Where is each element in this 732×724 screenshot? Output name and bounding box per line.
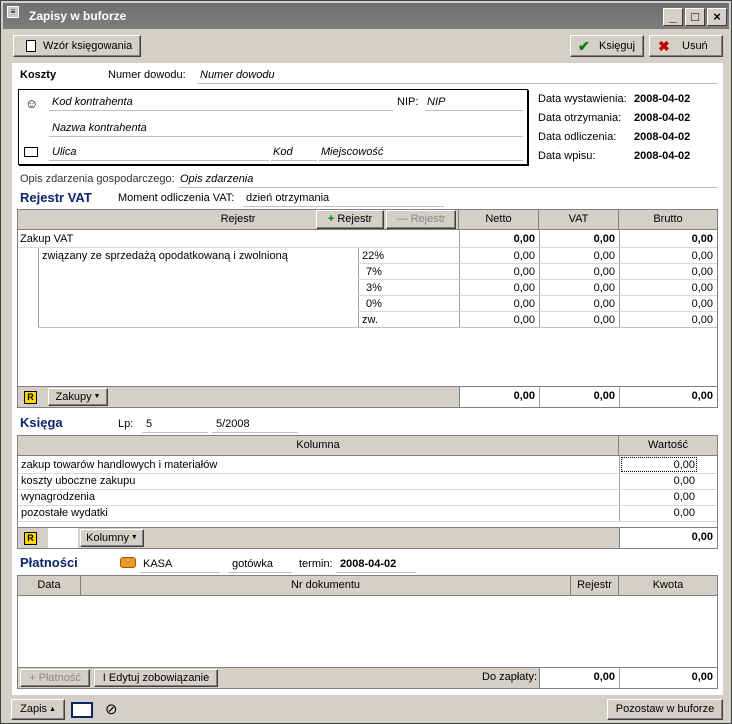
pay-col-amount: Kwota: [619, 576, 717, 596]
x-icon: ✖: [658, 38, 670, 54]
lp-label: Lp:: [118, 418, 134, 430]
book-footer: R Kolumny ▼ 0,00: [18, 527, 717, 548]
cash-account-field[interactable]: KASA: [143, 558, 172, 570]
document-icon: [26, 40, 36, 52]
minus-icon: —: [396, 213, 408, 225]
post-button[interactable]: ✔ Księguj: [570, 35, 644, 57]
add-payment-button[interactable]: + Płatność: [20, 669, 90, 687]
receipt-date-field[interactable]: 2008-04-02: [634, 112, 690, 124]
delete-label: Usuń: [682, 40, 708, 52]
doc-number-field[interactable]: Numer dowodu: [200, 69, 275, 81]
vat-col-gross: Brutto: [619, 210, 717, 230]
columns-menu-button[interactable]: Kolumny ▼: [80, 529, 144, 547]
book-col-value: Wartość: [619, 436, 717, 456]
payments-footer: + Płatność I Edytuj zobowiązanie Do zapł…: [18, 667, 717, 688]
pay-col-register: Rejestr: [571, 576, 619, 596]
book-grid: Kolumna Wartość zakup towarów handlowych…: [17, 435, 718, 549]
vat-total-gross: 0,00: [691, 390, 713, 402]
envelope-icon: [24, 147, 38, 157]
vat-group-name: Zakup VAT: [20, 233, 74, 245]
entry-date-field[interactable]: 2008-04-02: [634, 150, 690, 162]
purchases-menu-button[interactable]: Zakupy ▼: [48, 388, 108, 406]
plus-icon: +: [327, 213, 335, 225]
caret-down-icon: ▼: [128, 534, 138, 541]
street-field[interactable]: Ulica: [52, 146, 76, 158]
event-label: Opis zdarzenia gospodarczego:: [20, 173, 175, 185]
issue-date-label: Data wystawienia:: [538, 93, 627, 105]
dialog-window: ≡ Zapisy w buforze _ □ × Wzór księgowani…: [0, 0, 732, 724]
delete-button[interactable]: ✖ Usuń: [649, 35, 723, 57]
person-icon: ☺: [25, 96, 39, 111]
vat-moment-field[interactable]: dzień otrzymania: [246, 192, 329, 204]
plus-icon: +: [29, 672, 36, 684]
vat-r-button[interactable]: R: [24, 391, 37, 404]
edit-liability-button[interactable]: I Edytuj zobowiązanie: [94, 669, 218, 687]
term-field[interactable]: 2008-04-02: [340, 558, 396, 570]
due-label: Do zapłaty:: [482, 671, 538, 683]
vat-group-gross: 0,00: [691, 233, 713, 245]
close-button[interactable]: ×: [707, 8, 727, 26]
payments-total: 0,00: [691, 671, 713, 683]
vat-col-vat: VAT: [539, 210, 619, 230]
costs-title: Koszty: [20, 69, 57, 81]
contractor-name-field[interactable]: Nazwa kontrahenta: [52, 122, 147, 134]
lp-field[interactable]: 5: [146, 418, 152, 430]
keep-in-buffer-button[interactable]: Pozostaw w buforze: [607, 699, 723, 720]
caret-up-icon: ▲: [47, 706, 56, 713]
zip-field[interactable]: Kod: [273, 146, 293, 158]
doc-number-label: Numer dowodu:: [108, 69, 186, 81]
city-field[interactable]: Miejscowość: [321, 146, 383, 158]
vat-moment-label: Moment odliczenia VAT:: [118, 192, 235, 204]
vat-total-vat: 0,00: [593, 390, 615, 402]
minimize-button[interactable]: _: [663, 8, 683, 26]
caret-down-icon: ▼: [91, 393, 101, 400]
template-button[interactable]: Wzór księgowania: [13, 35, 141, 57]
deduction-date-field[interactable]: 2008-04-02: [634, 131, 690, 143]
receipt-date-label: Data otrzymania:: [538, 112, 622, 124]
book-col-column: Kolumna: [18, 436, 619, 456]
nip-field[interactable]: NIP: [427, 96, 445, 108]
vat-grid: Rejestr + Rejestr — Rejestr Netto VAT Br…: [17, 209, 718, 408]
book-r-button[interactable]: R: [24, 532, 37, 545]
pay-col-doc: Nr dokumentu: [81, 576, 571, 596]
template-label: Wzór księgowania: [43, 40, 133, 52]
vat-group-net: 0,00: [513, 233, 535, 245]
window-title: Zapisy w buforze: [29, 9, 127, 23]
window-icon[interactable]: [71, 702, 93, 718]
due-value: 0,00: [593, 671, 615, 683]
payments-grid: Data Nr dokumentu Rejestr Kwota + Płatno…: [17, 575, 718, 689]
vat-total-net: 0,00: [513, 390, 535, 402]
vat-footer: R Zakupy ▼ 0,00 0,00 0,00: [18, 386, 717, 407]
issue-date-field[interactable]: 2008-04-02: [634, 93, 690, 105]
vat-col-net: Netto: [459, 210, 539, 230]
book-number-field[interactable]: 5/2008: [216, 418, 250, 430]
cursor-icon: I: [102, 672, 106, 684]
term-label: termin:: [299, 558, 333, 570]
nip-label: NIP:: [397, 96, 419, 108]
paperclip-icon[interactable]: ⊘: [105, 700, 118, 718]
vat-group-vat: 0,00: [593, 233, 615, 245]
deduction-date-label: Data odliczenia:: [538, 131, 617, 143]
check-icon: ✔: [578, 38, 590, 54]
pay-col-date: Data: [18, 576, 81, 596]
cash-icon: [120, 557, 136, 568]
event-field[interactable]: Opis zdarzenia: [180, 173, 253, 185]
form-area: Koszty Numer dowodu: Numer dowodu ☺ Kod …: [12, 63, 723, 695]
book-total: 0,00: [691, 531, 713, 543]
title-bar: ≡ Zapisy w buforze _ □ ×: [3, 3, 729, 29]
vat-subgroup: związany ze sprzedażą opodatkowaną i zwo…: [42, 250, 288, 262]
payments-section-title: Płatności: [20, 555, 78, 570]
entry-menu-button[interactable]: Zapis ▲: [11, 699, 65, 720]
contractor-code-field[interactable]: Kod kontrahenta: [52, 96, 133, 108]
maximize-button[interactable]: □: [685, 8, 705, 26]
post-label: Księguj: [599, 40, 636, 52]
remove-register-button[interactable]: — Rejestr: [386, 210, 456, 229]
window-menu-icon[interactable]: ≡: [7, 6, 19, 18]
vat-section-title: Rejestr VAT: [20, 190, 92, 205]
contractor-box: ☺ Kod kontrahenta NIP: NIP Nazwa kontrah…: [18, 89, 528, 165]
book-section-title: Księga: [20, 415, 63, 430]
entry-date-label: Data wpisu:: [538, 150, 596, 162]
payment-method-field[interactable]: gotówka: [232, 558, 273, 570]
add-register-button[interactable]: + Rejestr: [316, 210, 384, 229]
